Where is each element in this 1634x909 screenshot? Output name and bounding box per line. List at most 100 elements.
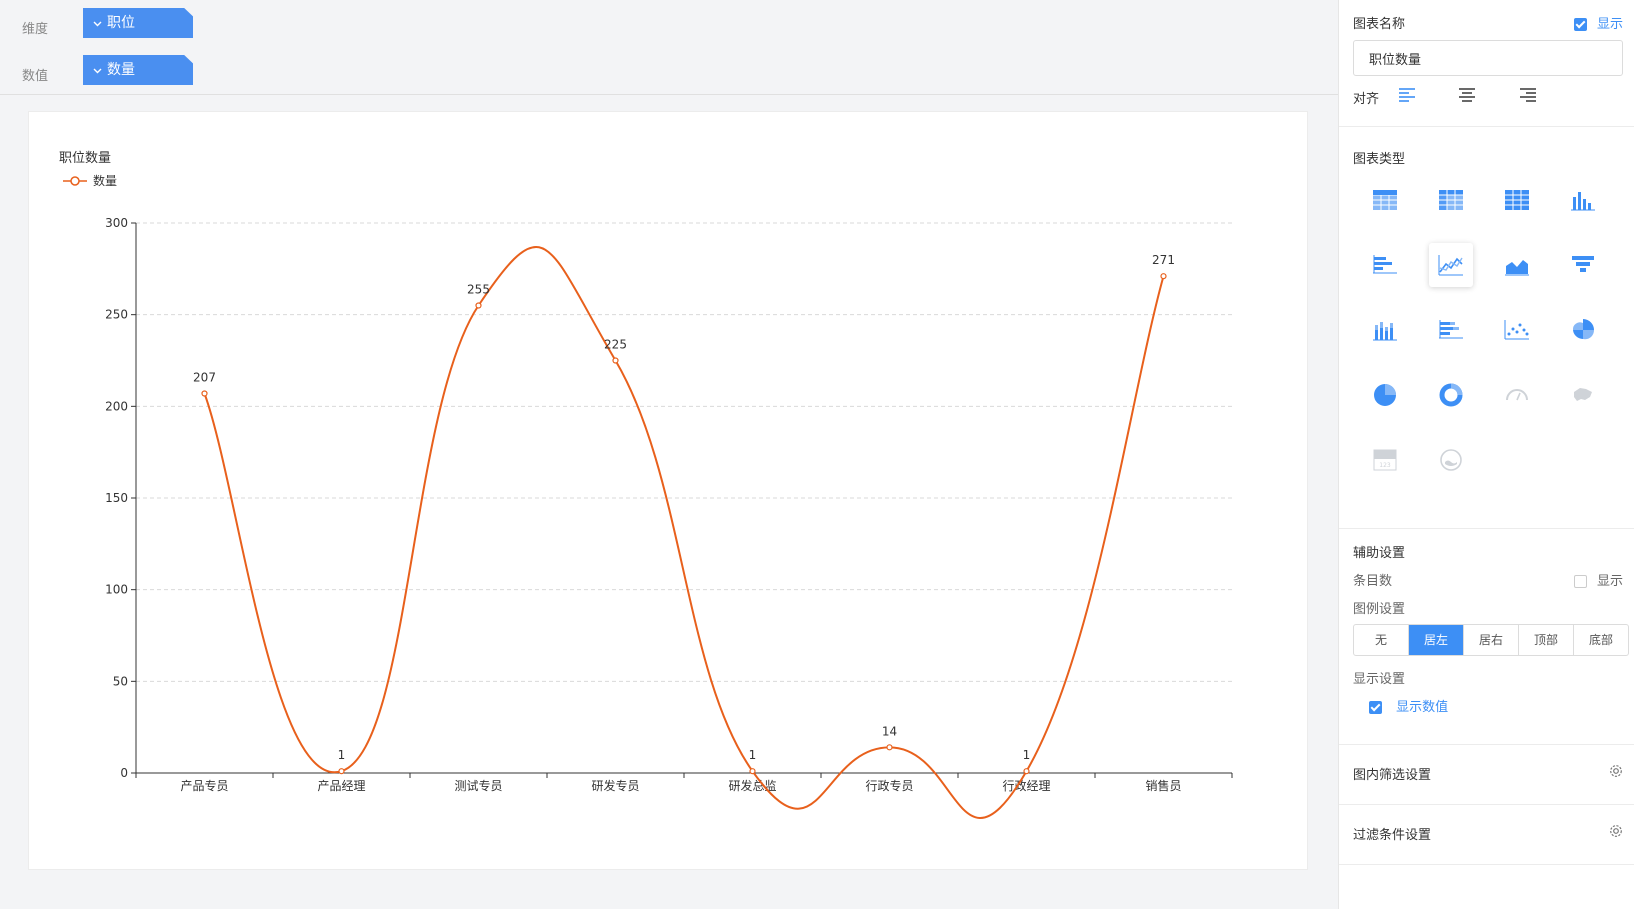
- item-count-show-label: 显示: [1596, 574, 1623, 589]
- data-label: 255: [467, 283, 490, 297]
- chart-name-label: 图表名称: [1353, 17, 1406, 32]
- donut-chart-icon[interactable]: [1429, 373, 1473, 417]
- filter-condition-section[interactable]: 过滤条件设置: [1339, 804, 1634, 865]
- funnel-chart-icon[interactable]: [1561, 243, 1605, 287]
- kpi-card-icon[interactable]: 123: [1363, 438, 1407, 482]
- align-right-icon[interactable]: [1520, 88, 1536, 106]
- measure-value: 数量: [107, 62, 135, 78]
- show-title-toggle[interactable]: 显示: [1573, 13, 1623, 32]
- chart-type-label: 图表类型: [1353, 152, 1406, 167]
- y-tick-label: 50: [113, 674, 128, 688]
- data-label: 1: [749, 748, 757, 762]
- svg-text:123: 123: [1379, 462, 1391, 469]
- show-values-label: 显示数值: [1396, 700, 1449, 715]
- measure-row: 数值 数量: [0, 47, 1338, 95]
- inner-filter-label: 图内筛选设置: [1353, 768, 1432, 783]
- line-chart: 050100150200250300产品专员 产品经理 测试专员 研发专员 研发总监 行政…: [105, 216, 1233, 819]
- legend-option[interactable]: 顶部: [1519, 625, 1574, 655]
- data-point[interactable]: [612, 357, 619, 364]
- series-line: [203, 245, 1165, 819]
- data-point[interactable]: [1023, 768, 1030, 775]
- chevron-down-icon: [93, 9, 102, 38]
- legend-option[interactable]: 无: [1354, 625, 1409, 655]
- measure-label: 数值: [22, 69, 49, 84]
- stacked-column-icon[interactable]: [1363, 308, 1407, 352]
- dimension-field-pill[interactable]: 职位: [83, 8, 193, 38]
- editor-main: 维度 职位 数值 数量 0 50 100 150 200 250 300 产品专员 产品经理 测试…: [0, 0, 1338, 909]
- gear-icon[interactable]: [1609, 764, 1623, 782]
- show-title-checkbox[interactable]: [1573, 18, 1587, 31]
- data-label: 1: [338, 748, 346, 762]
- chart-card: 0 50 100 150 200 250 300 产品专员 产品经理 测试专员 研发专员 研发总监 行政…: [28, 111, 1308, 870]
- data-label: 271: [1152, 253, 1175, 267]
- data-label: 14: [882, 724, 897, 738]
- area-chart-icon[interactable]: [1495, 243, 1539, 287]
- y-tick-label: 0: [120, 766, 128, 780]
- line-chart-icon[interactable]: [1429, 243, 1473, 287]
- show-values-toggle[interactable]: 显示数值: [1369, 696, 1448, 715]
- chart-legend[interactable]: 数量: [63, 172, 117, 189]
- data-point[interactable]: [201, 390, 208, 397]
- stacked-bar-icon[interactable]: [1429, 308, 1473, 352]
- data-label: 1: [1023, 748, 1031, 762]
- inner-filter-section[interactable]: 图内筛选设置: [1339, 744, 1634, 805]
- y-tick-label: 250: [105, 308, 128, 322]
- column-chart-icon[interactable]: [1561, 178, 1605, 222]
- legend-option[interactable]: 居右: [1464, 625, 1519, 655]
- data-point[interactable]: [338, 768, 345, 775]
- dimension-row: 维度 职位: [0, 0, 1338, 48]
- data-point[interactable]: [886, 744, 893, 751]
- data-point[interactable]: [749, 768, 756, 775]
- table-icon[interactable]: [1363, 178, 1407, 222]
- pivot-table-icon[interactable]: [1429, 178, 1473, 222]
- data-label: 207: [193, 371, 216, 385]
- settings-panel: 图表名称 显示 对齐 图表类型 123 辅助设置 条目数 显示 图例设置 无居左…: [1338, 0, 1634, 909]
- gear-icon[interactable]: [1609, 824, 1623, 842]
- y-tick-label: 100: [105, 583, 128, 597]
- pie-chart-icon[interactable]: [1363, 373, 1407, 417]
- align-label: 对齐: [1353, 92, 1380, 107]
- legend-position-selector: 无居左 居右 顶部 底部: [1353, 624, 1629, 656]
- data-label: 225: [604, 338, 627, 352]
- aux-settings-label: 辅助设置: [1353, 546, 1406, 561]
- item-count-label: 条目数: [1353, 574, 1393, 589]
- show-values-checkbox[interactable]: [1369, 701, 1382, 714]
- cross-table-icon[interactable]: [1495, 178, 1539, 222]
- align-left-icon[interactable]: [1399, 88, 1415, 106]
- item-count-toggle[interactable]: 显示: [1573, 570, 1623, 589]
- bar-chart-icon[interactable]: [1363, 243, 1407, 287]
- x-tick-label: 产品经理: [317, 779, 365, 793]
- x-tick-label: 产品专员: [180, 778, 228, 793]
- x-tick-label: 测试专员: [454, 778, 502, 793]
- rose-chart-icon[interactable]: [1561, 308, 1605, 352]
- y-tick-label: 300: [105, 216, 128, 230]
- align-center-icon[interactable]: [1459, 88, 1475, 106]
- map-chart-icon[interactable]: [1561, 373, 1605, 417]
- y-tick-label: 150: [105, 491, 128, 505]
- dimension-label: 维度: [22, 22, 49, 37]
- filter-condition-label: 过滤条件设置: [1353, 828, 1432, 843]
- measure-field-pill[interactable]: 数量: [83, 55, 193, 85]
- x-tick-label: 研发专员: [591, 778, 639, 793]
- chart-title: 职位数量: [59, 151, 112, 166]
- x-tick-label: 行政经理: [1002, 779, 1050, 793]
- legend-settings-label: 图例设置: [1353, 602, 1406, 617]
- data-point[interactable]: [475, 302, 482, 309]
- dimension-value: 职位: [107, 15, 135, 31]
- chart-type-section: 图表类型 123: [1339, 126, 1634, 529]
- chart-name-input[interactable]: [1353, 40, 1623, 76]
- x-tick-label: 销售员: [1145, 778, 1181, 793]
- legend-option[interactable]: 底部: [1574, 625, 1628, 655]
- chart-name-section: 图表名称 显示 对齐: [1339, 0, 1634, 127]
- legend-option[interactable]: 居左: [1409, 625, 1464, 655]
- scatter-chart-icon[interactable]: [1495, 308, 1539, 352]
- legend-line-marker-icon: [63, 175, 87, 186]
- y-tick-label: 200: [105, 399, 128, 413]
- x-tick-label: 行政专员: [865, 778, 913, 793]
- liquid-chart-icon[interactable]: [1429, 438, 1473, 482]
- display-settings-label: 显示设置: [1353, 672, 1406, 687]
- gauge-chart-icon[interactable]: [1495, 373, 1539, 417]
- chevron-down-icon: [93, 56, 102, 85]
- item-count-checkbox[interactable]: [1573, 575, 1587, 588]
- data-point[interactable]: [1160, 273, 1167, 280]
